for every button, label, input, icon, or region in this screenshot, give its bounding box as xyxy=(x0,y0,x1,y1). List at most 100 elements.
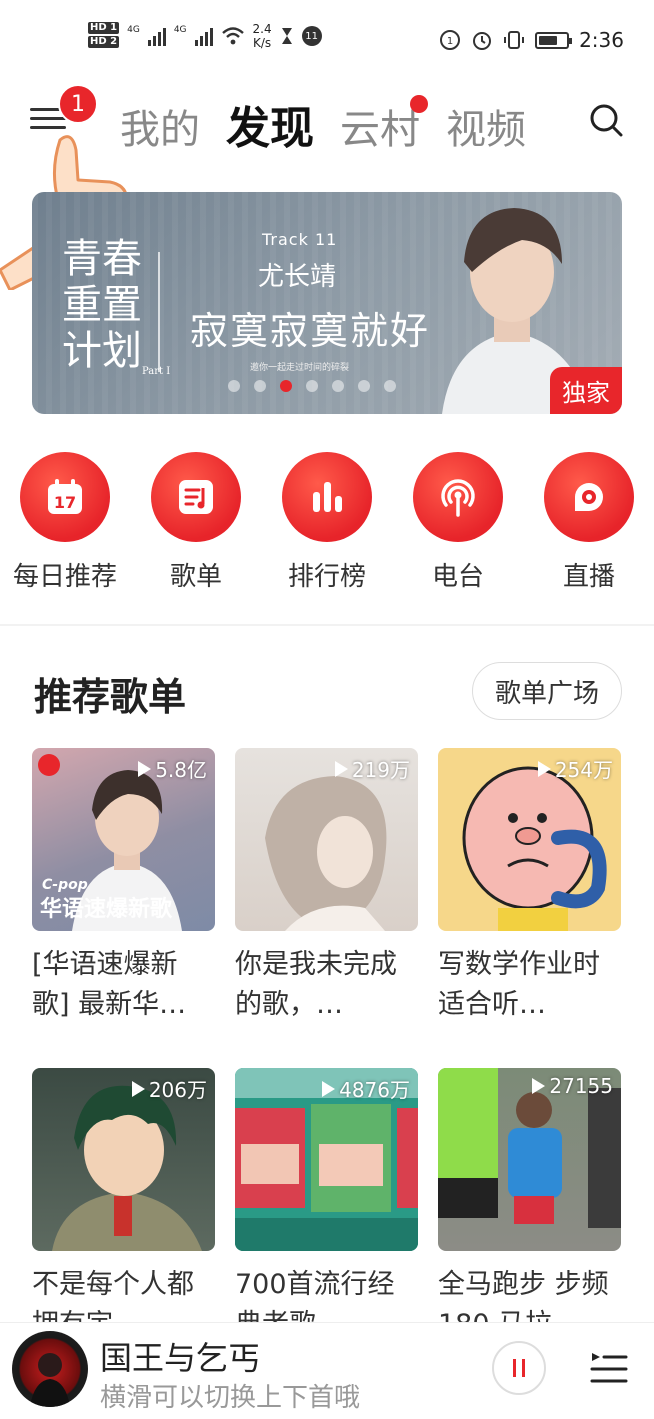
live-icon xyxy=(575,483,603,511)
cover-text: 华语速爆新歌 xyxy=(40,897,173,922)
tab-discover[interactable]: 发现 xyxy=(226,92,314,156)
banner-dot[interactable] xyxy=(280,380,292,392)
playlist-card[interactable]: 27155 全马跑步 步频180 马拉… xyxy=(438,1068,621,1345)
now-playing-cover[interactable] xyxy=(12,1331,88,1407)
clock: 2:36 xyxy=(579,28,624,52)
section-divider xyxy=(0,624,654,626)
quick-entries: 17 每日推荐 歌单 排行榜 电台 直播 xyxy=(0,452,654,602)
exclusive-tag: 独家 xyxy=(550,367,622,414)
playlist-title: 写数学作业时适合听… xyxy=(438,949,600,1020)
banner-dot[interactable] xyxy=(384,380,396,392)
playlist-cover: 27155 xyxy=(438,1068,621,1251)
quick-radio[interactable]: 电台 xyxy=(393,452,523,593)
calendar-icon: 17 xyxy=(48,479,82,514)
quick-live[interactable]: 直播 xyxy=(524,452,654,593)
status-bar: HD 1 HD 2 4G 4G 2.4 K/s 11 1 2:36 xyxy=(0,0,654,80)
banner-dot[interactable] xyxy=(306,380,318,392)
speed-value: 2.4 xyxy=(252,22,272,36)
play-count: 219万 xyxy=(334,754,410,783)
play-count-value: 206万 xyxy=(148,1078,207,1102)
signal-icon xyxy=(194,26,213,46)
play-count: 5.8亿 xyxy=(138,754,207,783)
banner-dot[interactable] xyxy=(358,380,370,392)
pause-bar xyxy=(513,1359,516,1377)
tab-cloud-village-label: 云村 xyxy=(340,107,420,153)
playlist-card[interactable]: C-pop 华语速爆新歌 5.8亿 [华语速爆新歌] 最新华… xyxy=(32,748,215,1025)
nav-tabs: 我的 发现 云村 视频 xyxy=(120,92,526,156)
play-count: 254万 xyxy=(537,754,613,783)
banner-artist: 尤长靖 xyxy=(258,262,337,292)
banner-divider xyxy=(158,252,160,372)
banner-dot[interactable] xyxy=(254,380,266,392)
qicon-bg: 17 xyxy=(20,452,110,542)
play-count: 206万 xyxy=(131,1074,207,1103)
play-icon xyxy=(537,760,551,777)
quick-daily-recommend[interactable]: 17 每日推荐 xyxy=(0,452,130,593)
playlist-cover: C-pop 华语速爆新歌 5.8亿 xyxy=(32,748,215,931)
quick-label: 电台 xyxy=(431,562,484,592)
playlist-card[interactable]: 206万 不是每个人都拥有宇… xyxy=(32,1068,215,1345)
quick-label: 直播 xyxy=(562,562,615,592)
svg-text:1: 1 xyxy=(447,36,453,47)
playlist-square-button[interactable]: 歌单广场 xyxy=(471,662,622,720)
play-count-value: 4876万 xyxy=(339,1078,410,1102)
playlist-cover: 206万 xyxy=(32,1068,215,1251)
playlist-cover: 4876万 xyxy=(235,1068,418,1251)
tab-video[interactable]: 视频 xyxy=(446,97,526,155)
banner-dot[interactable] xyxy=(228,380,240,392)
now-playing-title: 国王与乞丐 xyxy=(100,1339,261,1377)
section-title: 推荐歌单 xyxy=(34,675,187,719)
search-icon[interactable] xyxy=(588,102,624,138)
play-icon xyxy=(532,1078,546,1094)
banner-track: Track 11 xyxy=(262,230,338,249)
banner-carousel[interactable]: 青春重置计划 Part I Track 11 尤长靖 寂寞寂寞就好 邀你一起走过… xyxy=(32,192,622,414)
playlist-queue-icon[interactable] xyxy=(588,1347,628,1387)
radio-icon xyxy=(441,479,475,517)
banner-subtitle: 邀你一起走过时间的碎裂 xyxy=(250,363,350,373)
speed-unit: K/s xyxy=(252,36,272,50)
quick-charts[interactable]: 排行榜 xyxy=(262,452,392,593)
playlist-card[interactable]: 4876万 700首流行经典老歌… xyxy=(235,1068,418,1345)
playlist-card[interactable]: 254万 写数学作业时适合听… xyxy=(438,748,621,1025)
menu-badge: 1 xyxy=(58,84,98,124)
cover-artist-silhouette xyxy=(30,1353,70,1407)
net-speed: 2.4 K/s xyxy=(253,22,272,50)
qicon-bg xyxy=(282,452,372,542)
playlist-icon xyxy=(179,480,213,514)
hd-indicator: HD 1 HD 2 xyxy=(88,22,120,50)
signal-icon xyxy=(147,26,166,46)
play-icon xyxy=(138,760,152,777)
tab-mine[interactable]: 我的 xyxy=(120,97,200,155)
pause-bar xyxy=(522,1359,525,1377)
quick-playlist[interactable]: 歌单 xyxy=(131,452,261,593)
status-left: HD 1 HD 2 4G 4G 2.4 K/s 11 xyxy=(88,22,322,50)
play-count-value: 219万 xyxy=(351,758,410,782)
now-playing-hint: 横滑可以切换上下首哦 xyxy=(100,1383,361,1413)
calendar-day: 17 xyxy=(54,493,76,512)
playlist-card[interactable]: 219万 你是我未完成的歌，… xyxy=(235,748,418,1025)
hd1-label: HD 1 xyxy=(88,22,120,34)
tab-cloud-village[interactable]: 云村 xyxy=(340,95,428,155)
play-count-value: 27155 xyxy=(549,1074,613,1098)
notification-badge: 11 xyxy=(301,26,322,46)
banner-dot[interactable] xyxy=(332,380,344,392)
play-icon xyxy=(334,760,348,777)
hourglass-icon xyxy=(281,28,292,44)
vibrate-icon xyxy=(504,31,525,49)
wifi-icon xyxy=(221,27,244,45)
pause-button[interactable] xyxy=(492,1341,546,1395)
play-count-value: 5.8亿 xyxy=(155,758,207,782)
qicon-bg xyxy=(151,452,241,542)
mini-player[interactable]: 国王与乞丐 横滑可以切换上下首哦 xyxy=(0,1322,654,1419)
play-count-value: 254万 xyxy=(554,758,613,782)
quick-label: 每日推荐 xyxy=(12,562,117,592)
playlist-cover: 219万 xyxy=(235,748,418,931)
banner-indicator xyxy=(228,380,396,392)
net1-label: 4G xyxy=(127,25,140,35)
battery-icon xyxy=(535,31,573,49)
menu-line xyxy=(30,117,66,120)
quick-label: 排行榜 xyxy=(287,562,366,592)
qicon-bg xyxy=(544,452,634,542)
banner-part: Part I xyxy=(142,366,171,377)
top-nav: 1 我的 发现 云村 视频 xyxy=(0,84,654,156)
